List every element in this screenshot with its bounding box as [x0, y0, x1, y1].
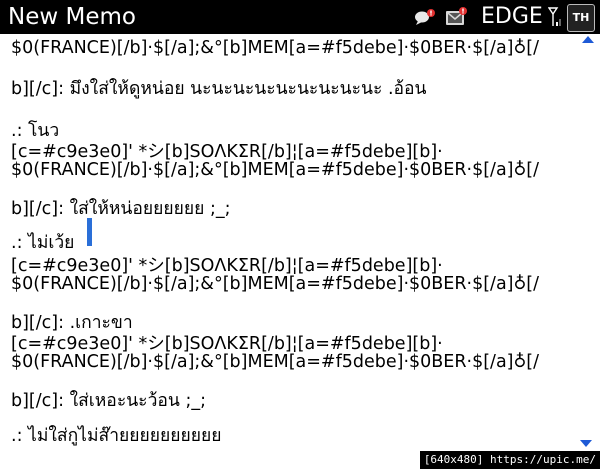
memo-line: $0(FRANCE)[/b]·$[/a];&°[b]MEM[a=#f5debe]…: [11, 38, 540, 58]
memo-line: $0(FRANCE)[/b]·$[/a];&°[b]MEM[a=#f5debe]…: [11, 352, 540, 372]
memo-line: $0(FRANCE)[/b]·$[/a];&°[b]MEM[a=#f5debe]…: [11, 160, 540, 180]
network-type: EDGE: [481, 4, 543, 29]
signal-icon: [548, 7, 561, 26]
memo-line: b][/c]: มึงใส่ให้ดูหน่อย นะนะนะนะนะนะนะน…: [11, 79, 427, 99]
scroll-up-icon[interactable]: [582, 36, 594, 43]
status-bar: New Memo EDGE TH: [0, 0, 600, 34]
memo-line: $0(FRANCE)[/b]·$[/a];&°[b]MEM[a=#f5debe]…: [11, 274, 540, 294]
text-cursor: [87, 218, 92, 246]
scroll-down-icon[interactable]: [580, 440, 592, 447]
memo-line: b][/c]: ใส่ให้หน่อยยยยยย ;_;: [11, 199, 231, 219]
watermark: [640x480] https://upic.me/: [419, 451, 600, 469]
page-title: New Memo: [8, 4, 136, 30]
chat-notification-icon: [415, 9, 435, 25]
input-language-indicator[interactable]: TH: [567, 4, 595, 32]
memo-line: .: ไม่ใส่กูไม่ส๊ายยยยยยยยยย: [11, 426, 222, 446]
memo-line: b][/c]: ใส่เหอะนะว้อน ;_;: [11, 391, 206, 411]
message-notification-icon: [446, 7, 467, 25]
